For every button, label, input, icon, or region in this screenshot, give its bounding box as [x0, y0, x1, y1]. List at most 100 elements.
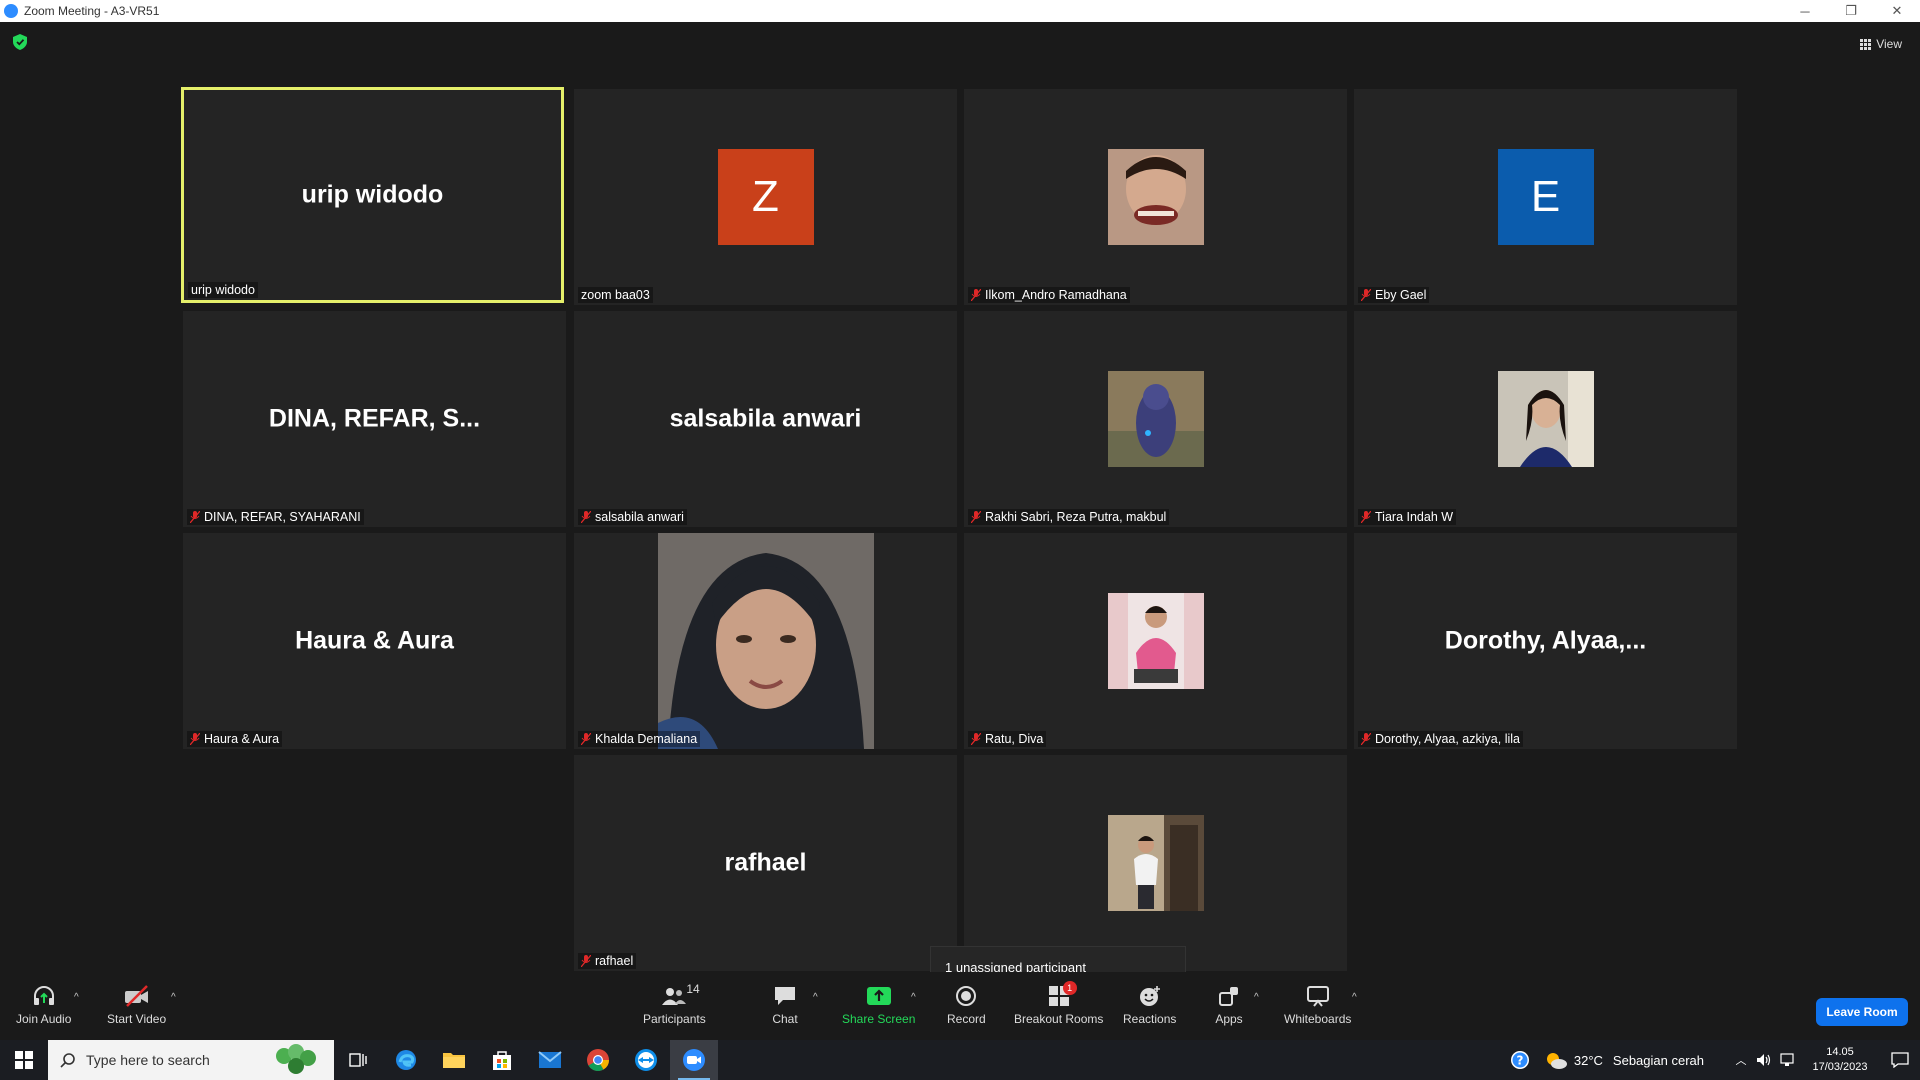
participants-count: 14	[686, 982, 700, 996]
whiteboards-options-caret[interactable]: ^	[1352, 992, 1357, 1003]
taskbar-clock[interactable]: 14.05 17/03/2023	[1800, 1045, 1880, 1075]
notification-center-icon[interactable]	[1880, 1052, 1920, 1068]
reactions-button[interactable]: Reactions	[1123, 984, 1176, 1026]
mic-muted-icon	[971, 733, 981, 745]
mic-muted-icon	[190, 733, 200, 745]
breakout-rooms-label: Breakout Rooms	[1014, 1012, 1104, 1026]
video-options-caret[interactable]: ^	[171, 992, 176, 1003]
minimize-button[interactable]: ─	[1782, 0, 1828, 22]
encryption-shield-icon[interactable]	[13, 34, 27, 50]
participant-tile[interactable]: Khalda Demaliana	[574, 533, 957, 749]
chrome-browser-icon	[587, 1049, 609, 1071]
participant-name-label: Eby Gael	[1358, 287, 1430, 303]
participant-name-label: DINA, REFAR, SYAHARANI	[187, 509, 364, 525]
participant-name-label: Rakhi Sabri, Reza Putra, makbul	[968, 509, 1170, 525]
participants-button[interactable]: 14 Participants	[643, 982, 706, 1026]
start-video-button[interactable]: Start Video	[107, 984, 166, 1026]
participant-tile[interactable]: Ilkom_Andro Ramadhana	[964, 89, 1347, 305]
start-video-label: Start Video	[107, 1012, 167, 1026]
weather-description[interactable]: Sebagian cerah	[1613, 1053, 1704, 1068]
participant-name: zoom baa03	[581, 288, 650, 302]
view-button-label: View	[1876, 37, 1902, 51]
participant-tile[interactable]: Haura & Aura Haura & Aura	[183, 533, 566, 749]
svg-text:?: ?	[1516, 1054, 1523, 1068]
grid-view-icon	[1860, 38, 1872, 50]
taskbar-store[interactable]	[478, 1040, 526, 1080]
record-button[interactable]: Record	[947, 984, 986, 1026]
clock-time: 14.05	[1826, 1046, 1854, 1058]
apps-button[interactable]: Apps	[1215, 984, 1243, 1026]
mic-muted-icon	[971, 511, 981, 523]
participant-tile[interactable]: Ratu, Diva	[964, 533, 1347, 749]
windows-logo-icon	[15, 1051, 33, 1069]
participant-tile[interactable]: E Eby Gael	[1354, 89, 1737, 305]
taskbar-edge[interactable]	[382, 1040, 430, 1080]
task-view-icon	[349, 1053, 367, 1067]
close-button[interactable]: ✕	[1874, 0, 1920, 22]
weather-temperature[interactable]: 32°C	[1574, 1053, 1603, 1068]
participant-tile[interactable]: urip widodo urip widodo	[181, 87, 564, 303]
participant-tile[interactable]: rafhael rafhael	[574, 755, 957, 971]
participant-tile[interactable]: salsabila anwari salsabila anwari	[574, 311, 957, 527]
participant-name-label: zoom baa03	[578, 287, 653, 303]
folder-icon	[443, 1053, 465, 1068]
audio-options-caret[interactable]: ^	[74, 992, 79, 1003]
meeting-toolbar: Join Audio ^ Start Video ^ 14 Participan…	[0, 972, 1920, 1042]
view-button[interactable]: View	[1854, 34, 1908, 54]
share-screen-label: Share Screen	[842, 1012, 916, 1026]
restore-button[interactable]: ❐	[1828, 0, 1874, 22]
help-icon[interactable]: ?	[1502, 1050, 1538, 1070]
video-off-icon	[123, 984, 151, 1008]
participant-name-label: Haura & Aura	[187, 731, 283, 747]
taskbar-search-box[interactable]: Type here to search	[48, 1040, 334, 1080]
participant-name: Khalda Demaliana	[595, 732, 698, 746]
taskbar-teamviewer[interactable]	[622, 1040, 670, 1080]
mic-muted-icon	[581, 511, 591, 523]
breakout-rooms-button[interactable]: 1 Breakout Rooms	[1014, 981, 1104, 1026]
headphones-icon	[30, 984, 58, 1008]
participant-name: Tiara Indah W	[1375, 510, 1454, 524]
apps-options-caret[interactable]: ^	[1254, 992, 1259, 1003]
chat-options-caret[interactable]: ^	[813, 992, 818, 1003]
window-title: Zoom Meeting - A3-VR51	[24, 4, 160, 18]
participant-name: Rakhi Sabri, Reza Putra, makbul	[985, 510, 1167, 524]
clock-date: 17/03/2023	[1812, 1061, 1868, 1073]
participant-display-name: urip widodo	[301, 180, 444, 209]
mic-muted-icon	[1361, 289, 1371, 301]
participants-label: Participants	[643, 1012, 706, 1026]
participant-tile[interactable]	[964, 755, 1347, 971]
participants-icon: 14	[660, 982, 700, 1008]
participant-name: Ilkom_Andro Ramadhana	[985, 288, 1127, 302]
join-audio-button[interactable]: Join Audio	[16, 984, 71, 1026]
taskbar-file-explorer[interactable]	[430, 1040, 478, 1080]
participant-name: Ratu, Diva	[985, 732, 1044, 746]
speaker-volume-icon[interactable]	[1752, 1053, 1776, 1067]
participant-tile[interactable]: DINA, REFAR, S... DINA, REFAR, SYAHARANI	[183, 311, 566, 527]
network-icon[interactable]	[1776, 1053, 1800, 1067]
mic-muted-icon	[1361, 511, 1371, 523]
participant-photo	[1107, 149, 1204, 245]
edge-browser-icon	[396, 1050, 416, 1070]
participant-name: Haura & Aura	[204, 732, 280, 746]
share-options-caret[interactable]: ^	[911, 992, 916, 1003]
share-screen-icon	[865, 984, 893, 1008]
participant-tile[interactable]: Dorothy, Alyaa,... Dorothy, Alyaa, azkiy…	[1354, 533, 1737, 749]
taskbar-mail[interactable]	[526, 1040, 574, 1080]
windows-start-button[interactable]	[0, 1040, 48, 1080]
share-screen-button[interactable]: Share Screen	[842, 984, 915, 1026]
task-view-button[interactable]	[334, 1040, 382, 1080]
leave-room-button[interactable]: Leave Room	[1816, 998, 1908, 1026]
taskbar-chrome[interactable]	[574, 1040, 622, 1080]
apps-icon	[1215, 984, 1243, 1008]
participant-tile[interactable]: Rakhi Sabri, Reza Putra, makbul	[964, 311, 1347, 527]
breakout-rooms-badge: 1	[1062, 981, 1077, 995]
participant-tile[interactable]: Z zoom baa03	[574, 89, 957, 305]
show-hidden-icons-chevron-icon[interactable]: ︿	[1730, 1052, 1752, 1068]
participant-tile[interactable]: Tiara Indah W	[1354, 311, 1737, 527]
participant-name-label: salsabila anwari	[578, 509, 687, 525]
chat-icon	[771, 984, 799, 1008]
chat-button[interactable]: Chat	[771, 984, 799, 1026]
whiteboards-button[interactable]: Whiteboards	[1284, 984, 1351, 1026]
taskbar-zoom[interactable]	[670, 1040, 718, 1080]
participant-avatar: Z	[717, 149, 814, 245]
